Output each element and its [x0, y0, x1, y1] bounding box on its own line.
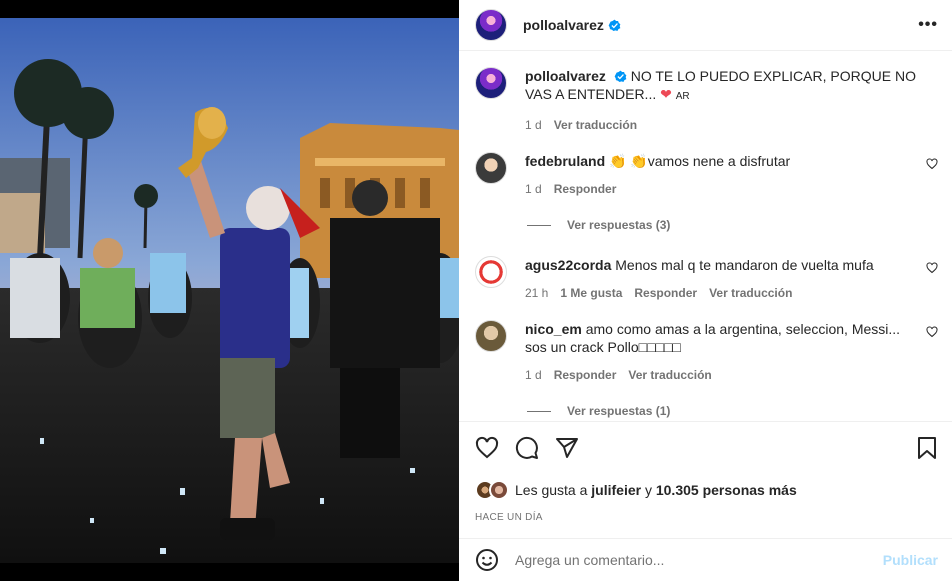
add-comment-bar: Publicar — [459, 538, 952, 581]
comment-time[interactable]: 1 d — [525, 366, 542, 384]
author-avatar[interactable] — [475, 67, 507, 99]
see-translation-link[interactable]: Ver traducción — [554, 116, 637, 134]
post-timestamp[interactable]: HACE UN DÍA — [475, 512, 938, 523]
author-username[interactable]: polloalvarez — [523, 17, 604, 33]
like-button[interactable] — [475, 436, 499, 460]
comment: agus22corda Menos mal q te mandaron de v… — [475, 256, 938, 302]
reply-button[interactable]: Responder — [554, 180, 617, 198]
comment: fedebruland 👏 👏vamos nene a disfrutar 1 … — [475, 152, 938, 198]
commenter-avatar[interactable] — [475, 256, 507, 288]
comment-username[interactable]: agus22corda — [525, 257, 611, 273]
author-avatar[interactable] — [475, 9, 507, 41]
replies-divider — [527, 224, 551, 226]
comment-username[interactable]: fedebruland — [525, 153, 605, 169]
caption-username[interactable]: polloalvarez — [525, 68, 606, 84]
heart-emoji-icon: ❤ — [660, 86, 672, 102]
see-translation-link[interactable]: Ver traducción — [709, 284, 792, 302]
view-replies-button[interactable]: Ver respuestas (1) — [527, 404, 938, 418]
bookmark-icon — [918, 437, 936, 459]
post-photo[interactable] — [0, 0, 459, 581]
publish-button[interactable]: Publicar — [883, 552, 938, 568]
caption: polloalvarez NO TE LO PUEDO EXPLICAR, PO… — [475, 67, 938, 134]
comment: nico_em amo como amas a la argentina, se… — [475, 320, 938, 384]
post-actions: Les gusta a julifeier y 10.305 personas … — [459, 421, 952, 538]
comment-icon — [515, 436, 538, 459]
view-replies-label: Ver respuestas (3) — [567, 218, 671, 232]
heart-icon — [475, 436, 499, 459]
comment-text: 👏 👏vamos nene a disfrutar — [609, 153, 791, 169]
caption-time[interactable]: 1 d — [525, 116, 542, 134]
reply-button[interactable]: Responder — [554, 366, 617, 384]
share-button[interactable] — [555, 436, 579, 460]
likes-middle: y — [644, 482, 652, 498]
likes-count[interactable]: 10.305 personas más — [656, 482, 797, 498]
liker-avatar — [489, 480, 509, 500]
comment-username[interactable]: nico_em — [525, 321, 582, 337]
verified-badge-icon — [614, 70, 627, 83]
like-comment-icon[interactable] — [926, 326, 938, 338]
verified-badge-icon — [608, 19, 621, 31]
replies-divider — [527, 410, 551, 412]
commenter-avatar[interactable] — [475, 152, 507, 184]
save-button[interactable] — [916, 436, 938, 460]
reply-button[interactable]: Responder — [634, 284, 697, 302]
like-comment-icon[interactable] — [926, 262, 938, 274]
post-image — [0, 18, 459, 563]
view-replies-label: Ver respuestas (1) — [567, 404, 671, 418]
comment-likes[interactable]: 1 Me gusta — [560, 284, 622, 302]
comment-text: amo como amas a la argentina, seleccion,… — [525, 321, 901, 355]
comment-time[interactable]: 1 d — [525, 180, 542, 198]
comment-time[interactable]: 21 h — [525, 284, 548, 302]
see-translation-link[interactable]: Ver traducción — [628, 366, 711, 384]
likes-summary[interactable]: Les gusta a julifeier y 10.305 personas … — [475, 480, 938, 500]
comment-text: Menos mal q te mandaron de vuelta mufa — [615, 257, 874, 273]
commenter-avatar[interactable] — [475, 320, 507, 352]
likes-user[interactable]: julifeier — [591, 482, 641, 498]
comments-list[interactable]: polloalvarez NO TE LO PUEDO EXPLICAR, PO… — [459, 51, 952, 421]
likes-prefix: Les gusta a — [515, 482, 588, 498]
like-comment-icon[interactable] — [926, 158, 938, 170]
post-details: polloalvarez ••• polloalvarez NO TE LO P… — [459, 0, 952, 581]
emoji-icon[interactable] — [475, 548, 499, 572]
caption-suffix: AR — [675, 91, 690, 102]
comment-input[interactable] — [515, 552, 883, 568]
more-options-icon[interactable]: ••• — [918, 16, 938, 34]
post-header: polloalvarez ••• — [459, 0, 952, 51]
view-replies-button[interactable]: Ver respuestas (3) — [527, 218, 938, 232]
paper-plane-icon — [556, 438, 578, 458]
comment-button[interactable] — [515, 436, 539, 460]
